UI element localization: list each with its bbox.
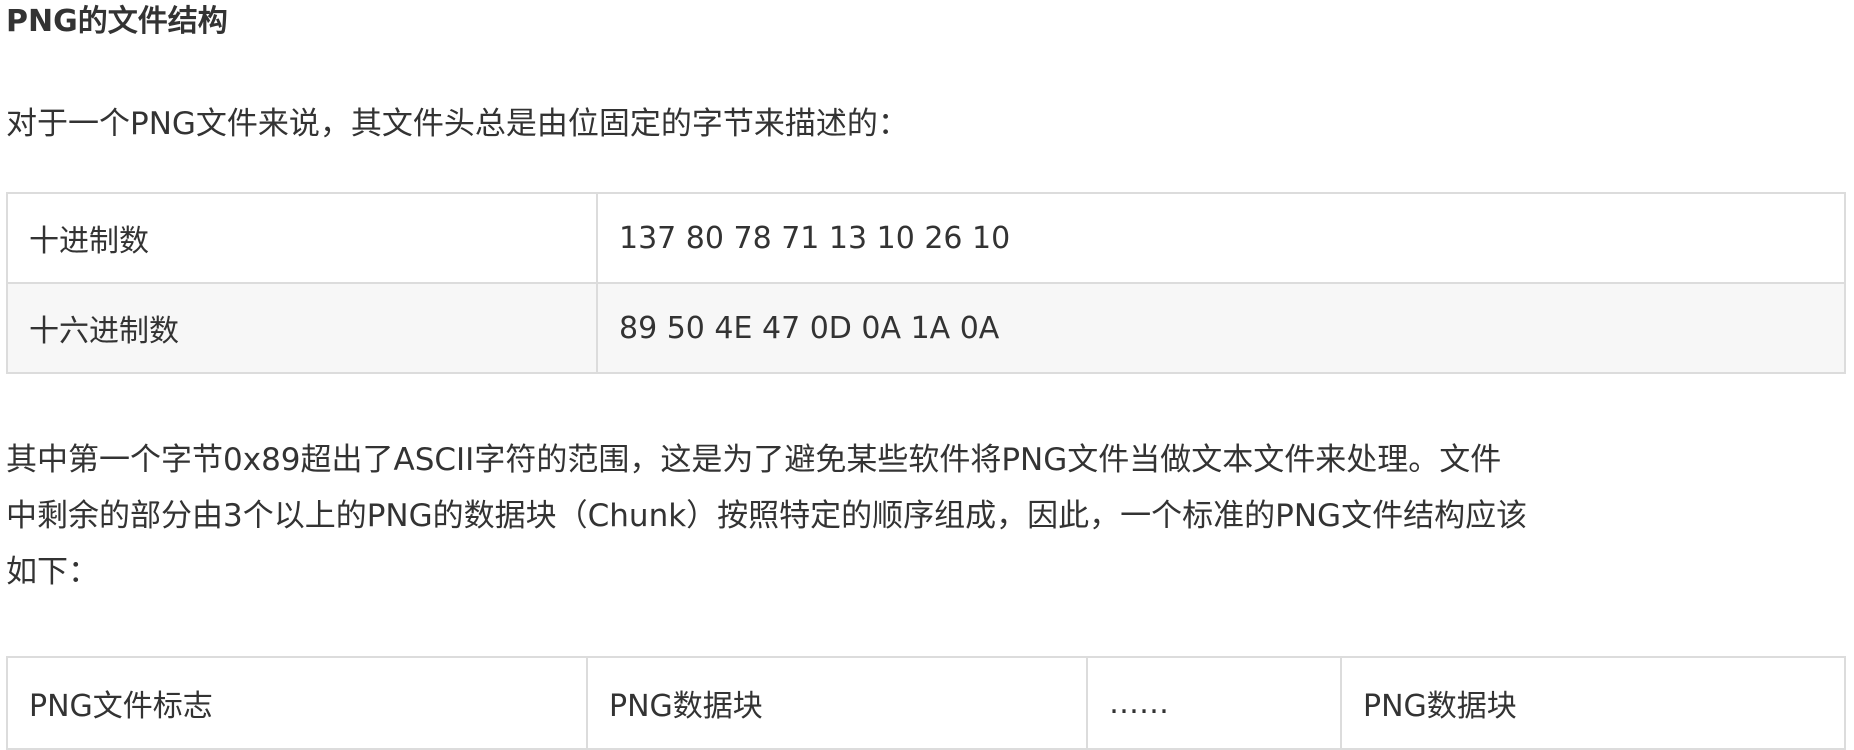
section-heading: PNG的文件结构: [6, 4, 228, 39]
document-page: PNG的文件结构 对于一个PNG文件来说，其文件头总是由位固定的字节来描述的： …: [0, 0, 1854, 750]
table-row: 十六进制数 89 50 4E 47 0D 0A 1A 0A: [6, 282, 1846, 374]
row-label-decimal: 十进制数: [6, 192, 598, 284]
intro-paragraph: 对于一个PNG文件来说，其文件头总是由位固定的字节来描述的：: [6, 106, 909, 142]
table-row: PNG文件标志 PNG数据块 …… PNG数据块: [6, 656, 1846, 750]
row-value-decimal: 137 80 78 71 13 10 26 10: [596, 192, 1846, 284]
description-line-1: 其中第一个字节0x89超出了ASCII字符的范围，这是为了避免某些软件将PNG文…: [6, 442, 1502, 478]
row-value-hex: 89 50 4E 47 0D 0A 1A 0A: [596, 282, 1846, 374]
description-line-2: 中剩余的部分由3个以上的PNG的数据块（Chunk）按照特定的顺序组成，因此，一…: [6, 498, 1528, 534]
png-structure-table: PNG文件标志 PNG数据块 …… PNG数据块: [6, 656, 1846, 750]
description-paragraph: 其中第一个字节0x89超出了ASCII字符的范围，这是为了避免某些软件将PNG文…: [6, 432, 1527, 600]
cell-png-signature: PNG文件标志: [6, 656, 588, 750]
cell-ellipsis: ……: [1086, 656, 1342, 750]
cell-png-chunk-last: PNG数据块: [1340, 656, 1846, 750]
file-header-table: 十进制数 137 80 78 71 13 10 26 10 十六进制数 89 5…: [6, 192, 1846, 374]
row-label-hex: 十六进制数: [6, 282, 598, 374]
description-line-3: 如下：: [6, 554, 99, 590]
cell-png-chunk: PNG数据块: [586, 656, 1088, 750]
table-row: 十进制数 137 80 78 71 13 10 26 10: [6, 192, 1846, 284]
